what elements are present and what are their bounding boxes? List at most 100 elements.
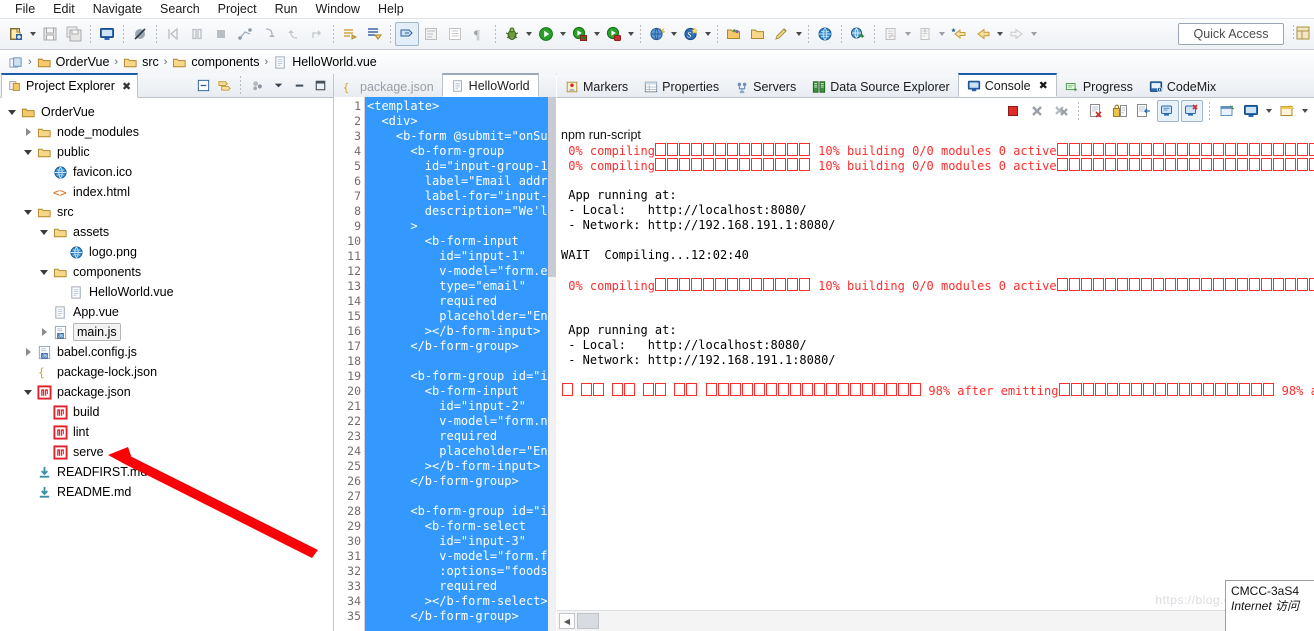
tree-item-app-vue[interactable]: App.vue [0,302,333,322]
collapse-arrow-icon[interactable] [38,226,50,238]
mark-task-icon[interactable] [362,22,386,46]
chevron-down-icon[interactable] [995,23,1005,45]
save-all-icon[interactable] [62,22,86,46]
tree-item-main-js[interactable]: Js main.js [0,322,333,342]
search-globe-icon[interactable]: S [679,22,703,46]
new-file-icon[interactable] [4,22,28,46]
view-menu-filter-icon[interactable] [248,76,266,94]
breadcrumb-item-helloworld-vue[interactable]: HelloWorld.vue [273,55,377,70]
new-console-view-icon[interactable] [1276,100,1298,122]
breadcrumb-item-ordervue[interactable]: OrderVue [37,55,109,70]
console-tab-codemix[interactable]: CodeMix [1141,76,1224,97]
console-tab-progress[interactable]: Progress [1057,76,1141,97]
chevron-down-icon[interactable] [524,23,534,45]
editor-tab-package-json[interactable]: { } package.json [334,76,442,97]
editor-vertical-scrollbar[interactable] [548,97,556,631]
scroll-left-icon[interactable]: ◀ [559,613,575,629]
minimize-icon[interactable] [290,76,308,94]
tree-item-logo-png[interactable]: logo.png [0,242,333,262]
expand-arrow-icon[interactable] [22,346,34,358]
chevron-down-icon[interactable] [903,23,913,45]
breadcrumb-item[interactable] [8,55,23,70]
console-tab-data-source-explorer[interactable]: Data Source Explorer [804,76,958,97]
tree-item-package-lock-json[interactable]: { } package-lock.json [0,362,333,382]
save-icon[interactable] [38,22,62,46]
show-source-icon[interactable] [443,22,467,46]
menu-item-run[interactable]: Run [266,0,307,18]
console-tab-console[interactable]: Console ✖ [957,73,1057,97]
console-tab-markers[interactable]: Markers [557,76,636,97]
step-into-icon[interactable] [257,22,281,46]
tree-item-node_modules[interactable]: node_modules [0,122,333,142]
tree-item-package-json[interactable]: package.json [0,382,333,402]
close-icon[interactable]: ✖ [122,80,131,93]
open-console-icon[interactable] [1240,100,1262,122]
tree-item-public[interactable]: public [0,142,333,162]
breadcrumb-item-components[interactable]: components [172,55,260,70]
bug-icon[interactable] [500,22,524,46]
pin-console-icon[interactable] [1181,100,1203,122]
tree-item-helloworld-vue[interactable]: HelloWorld.vue [0,282,333,302]
word-wrap-icon[interactable] [419,22,443,46]
collapse-arrow-icon[interactable] [22,206,34,218]
resume-icon[interactable] [161,22,185,46]
tree-item-babel-config-js[interactable]: Js babel.config.js [0,342,333,362]
console-icon[interactable] [95,22,119,46]
tree-item-serve[interactable]: serve [0,442,333,462]
console-tab-servers[interactable]: Servers [727,76,804,97]
chevron-down-icon[interactable] [28,23,38,45]
terminate-button-icon[interactable] [1002,100,1024,122]
chevron-down-icon[interactable] [1300,100,1310,122]
folder-icon[interactable] [746,22,770,46]
back-arrow-icon[interactable] [971,22,995,46]
suspend-icon[interactable] [185,22,209,46]
tree-item-index-html[interactable]: <> index.html [0,182,333,202]
chevron-down-icon[interactable] [626,23,636,45]
display-selected-console-icon[interactable] [1216,100,1238,122]
word-wrap-icon[interactable] [1133,100,1155,122]
chevron-down-icon[interactable] [1264,100,1274,122]
collapse-arrow-icon[interactable] [22,146,34,158]
menu-item-window[interactable]: Window [307,0,369,18]
step-over-icon[interactable] [281,22,305,46]
open-perspective-icon[interactable] [1294,24,1312,42]
coverage-icon[interactable] [602,22,626,46]
chevron-down-icon[interactable] [592,23,602,45]
maximize-icon[interactable] [311,76,329,94]
chevron-down-icon[interactable] [669,23,679,45]
expand-arrow-icon[interactable] [38,326,50,338]
pencil-icon[interactable] [770,22,794,46]
menu-item-help[interactable]: Help [369,0,413,18]
menu-item-navigate[interactable]: Navigate [84,0,151,18]
next-annotation-icon[interactable] [338,22,362,46]
console-output[interactable]: npm run-script 0% compiling 10% building… [557,124,1314,609]
collapse-arrow-icon[interactable] [22,386,34,398]
tree-item-readfirst-md[interactable]: READFIRST.md [0,462,333,482]
code-content[interactable]: <template> <div> <b-form @submit="onSub … [365,97,556,631]
disconnect-icon[interactable] [233,22,257,46]
menu-item-project[interactable]: Project [209,0,266,18]
tree-item-src[interactable]: src [0,202,333,222]
scrollbar-thumb[interactable] [577,613,599,629]
chevron-down-icon[interactable] [794,23,804,45]
collapse-arrow-icon[interactable] [6,106,18,118]
console-tab-properties[interactable]: Properties [636,76,727,97]
globe-icon[interactable] [813,22,837,46]
open-folder-icon[interactable] [722,22,746,46]
tree-item-build[interactable]: build [0,402,333,422]
menu-item-edit[interactable]: Edit [44,0,84,18]
chevron-down-icon[interactable] [558,23,568,45]
link-with-editor-icon[interactable] [215,76,233,94]
forward-arrow-icon[interactable] [1005,22,1029,46]
collapse-arrow-icon[interactable] [38,266,50,278]
terminate-icon[interactable] [209,22,233,46]
remove-launch-icon[interactable] [1026,100,1048,122]
view-menu-icon[interactable] [269,76,287,94]
collapse-all-icon[interactable] [194,76,212,94]
tree-item-lint[interactable]: lint [0,422,333,442]
external-tools-icon[interactable] [568,22,592,46]
expand-arrow-icon[interactable] [22,126,34,138]
breadcrumb-item-src[interactable]: src [123,55,159,70]
tree-item-components[interactable]: components [0,262,333,282]
run-icon[interactable] [534,22,558,46]
